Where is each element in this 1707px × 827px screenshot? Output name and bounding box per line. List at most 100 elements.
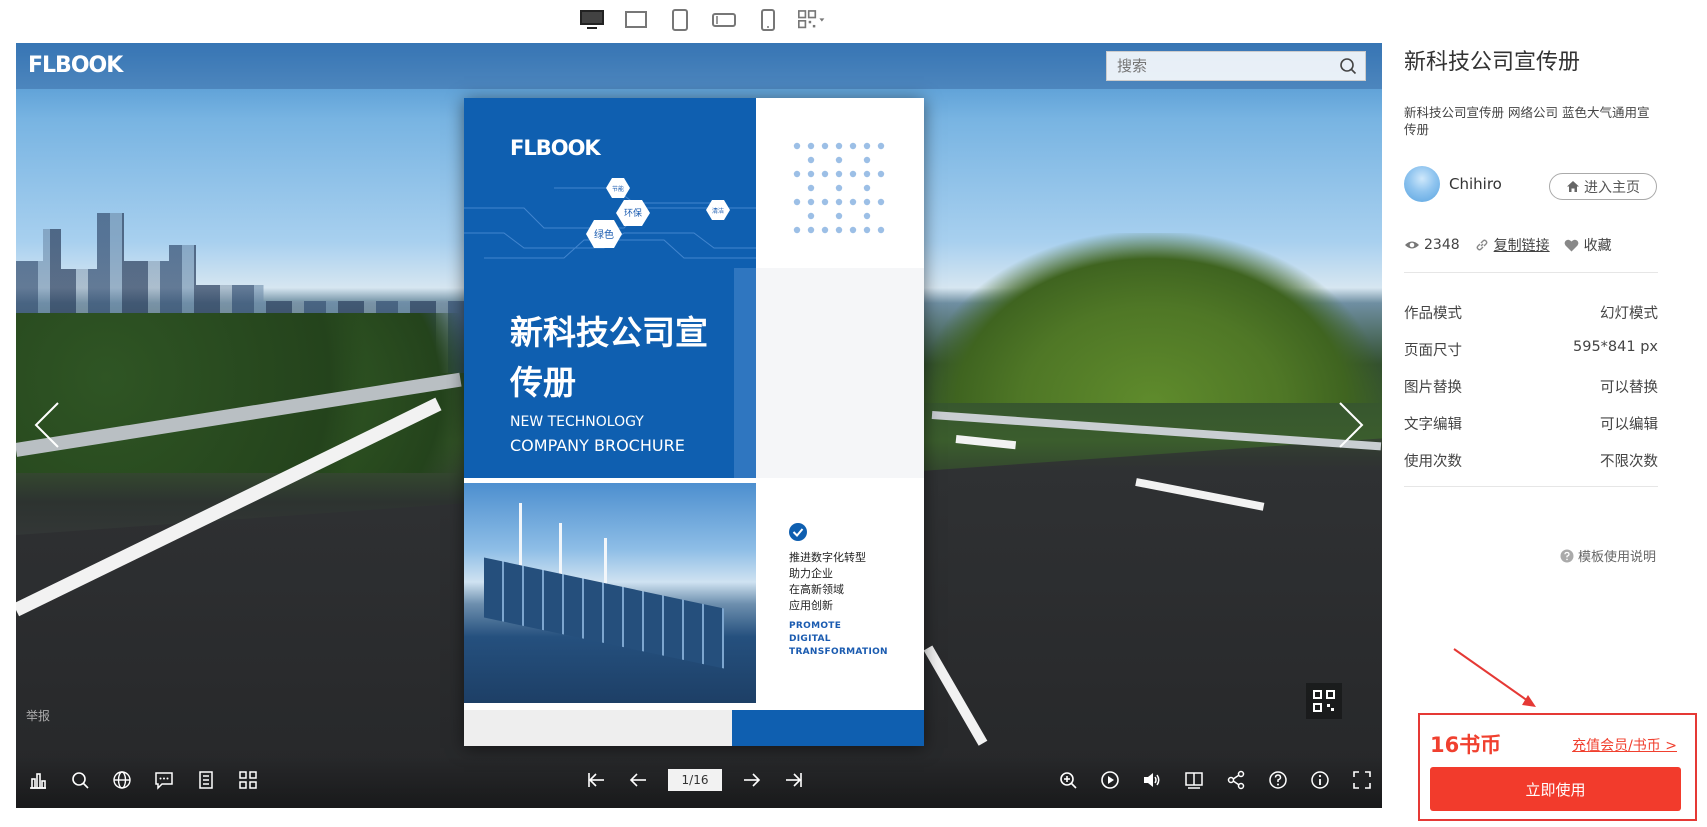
decor-dot bbox=[821, 142, 829, 150]
circuit-graphic: 节能 环保 绿色 清洁 bbox=[464, 178, 756, 259]
use-now-button[interactable]: 立即使用 bbox=[1430, 767, 1681, 811]
decor-dot bbox=[793, 198, 801, 206]
home-icon bbox=[1566, 180, 1580, 193]
decor-dot bbox=[835, 156, 843, 164]
brochure-subtitle-2: COMPANY BROCHURE bbox=[510, 436, 685, 455]
check-circle-icon bbox=[789, 523, 807, 541]
price: 16书币 bbox=[1430, 733, 1502, 757]
last-page-icon[interactable] bbox=[782, 768, 806, 792]
laptop-view-icon[interactable] bbox=[622, 7, 650, 33]
search-input[interactable] bbox=[1107, 52, 1331, 80]
decor-dot bbox=[849, 170, 857, 178]
help-icon[interactable] bbox=[1266, 768, 1290, 792]
first-page-icon[interactable] bbox=[584, 768, 608, 792]
share-icon[interactable] bbox=[1224, 768, 1248, 792]
footer-blue-block bbox=[732, 710, 924, 746]
decor-dot bbox=[821, 226, 829, 234]
report-link[interactable]: 举报 bbox=[26, 707, 50, 724]
thumbnails-grid-icon[interactable] bbox=[236, 768, 260, 792]
decor-dot bbox=[849, 142, 857, 150]
author-avatar[interactable] bbox=[1404, 166, 1440, 202]
decor-dot bbox=[821, 198, 829, 206]
decor-dot bbox=[863, 142, 871, 150]
search-icon[interactable] bbox=[68, 768, 92, 792]
flbook-logo: FLBOOK bbox=[28, 53, 123, 78]
next-page-icon[interactable] bbox=[740, 768, 764, 792]
decor-dot bbox=[863, 156, 871, 164]
decor-dot bbox=[807, 198, 815, 206]
tag-green: 绿色 bbox=[594, 228, 614, 241]
globe-icon[interactable] bbox=[110, 768, 134, 792]
autoplay-icon[interactable] bbox=[1098, 768, 1122, 792]
recharge-link[interactable]: 充值会员/书币 > bbox=[1572, 735, 1677, 755]
tablet-landscape-icon[interactable] bbox=[710, 7, 738, 33]
enter-homepage-label: 进入主页 bbox=[1584, 179, 1640, 196]
copy-link-button[interactable]: 复制链接 bbox=[1494, 235, 1550, 255]
decor-dot bbox=[835, 226, 843, 234]
book-mode-icon[interactable] bbox=[1182, 768, 1206, 792]
decor-dot bbox=[835, 198, 843, 206]
decor-dot bbox=[807, 226, 815, 234]
sound-icon[interactable] bbox=[1140, 768, 1164, 792]
prev-page-arrow-icon[interactable] bbox=[28, 395, 68, 455]
body-line: 应用创新 bbox=[789, 599, 833, 612]
divider bbox=[1404, 272, 1658, 273]
view-count: 2348 bbox=[1424, 237, 1460, 253]
decor-dot bbox=[849, 198, 857, 206]
toolbar-right bbox=[1056, 768, 1374, 792]
brochure-logo: FLBOOK bbox=[510, 136, 601, 160]
body-line: TRANSFORMATION bbox=[789, 647, 888, 657]
spec-label: 文字编辑 bbox=[1404, 417, 1462, 433]
document-icon[interactable] bbox=[194, 768, 218, 792]
decor-dot bbox=[807, 142, 815, 150]
template-info-sidebar: 新科技公司宣传册 新科技公司宣传册 网络公司 蓝色大气通用宣传册 Chihiro… bbox=[1404, 0, 1694, 827]
brochure-body-en: PROMOTE DIGITAL TRANSFORMATION bbox=[789, 620, 888, 659]
next-page-arrow-icon[interactable] bbox=[1330, 395, 1370, 455]
page-navigation bbox=[584, 768, 806, 792]
decor-dot bbox=[877, 142, 885, 150]
device-switcher bbox=[578, 6, 826, 34]
spec-row-text: 文字编辑 可以编辑 bbox=[1404, 413, 1658, 450]
brochure-subtitle-1: NEW TECHNOLOGY bbox=[510, 414, 644, 430]
decor-dot bbox=[793, 142, 801, 150]
decor-dot bbox=[807, 184, 815, 192]
brochure-body-cn: 推进数字化转型 助力企业 在高新领域 应用创新 bbox=[789, 550, 866, 614]
info-icon[interactable] bbox=[1308, 768, 1332, 792]
favorite-button[interactable]: 收藏 bbox=[1584, 235, 1612, 255]
stats-chart-icon[interactable] bbox=[26, 768, 50, 792]
body-line: PROMOTE bbox=[789, 621, 842, 631]
comment-icon[interactable] bbox=[152, 768, 176, 792]
decor-dot bbox=[863, 184, 871, 192]
decor-dot bbox=[863, 226, 871, 234]
spec-row-size: 页面尺寸 595*841 px bbox=[1404, 339, 1658, 376]
decor-dot bbox=[849, 226, 857, 234]
search-icon[interactable] bbox=[1331, 51, 1365, 81]
prev-page-icon[interactable] bbox=[626, 768, 650, 792]
lane-mark bbox=[955, 435, 1017, 450]
template-help-link[interactable]: 模板使用说明 bbox=[1560, 546, 1656, 565]
decor-dot bbox=[877, 226, 885, 234]
fullscreen-icon[interactable] bbox=[1350, 768, 1374, 792]
tablet-portrait-icon[interactable] bbox=[666, 7, 694, 33]
spec-value: 可以编辑 bbox=[1600, 417, 1658, 433]
purchase-box: 16书币 充值会员/书币 > 立即使用 bbox=[1418, 713, 1697, 821]
viewer-toolbar bbox=[16, 756, 1382, 808]
heart-icon[interactable] bbox=[1564, 237, 1580, 253]
author-name[interactable]: Chihiro bbox=[1449, 175, 1502, 193]
desktop-view-icon[interactable] bbox=[578, 7, 606, 33]
enter-homepage-button[interactable]: 进入主页 bbox=[1549, 173, 1657, 200]
decor-dot bbox=[793, 226, 801, 234]
phone-view-icon[interactable] bbox=[754, 7, 782, 33]
template-description: 新科技公司宣传册 网络公司 蓝色大气通用宣传册 bbox=[1404, 105, 1650, 137]
viewer-topbar: FLBOOK bbox=[16, 43, 1382, 89]
brochure-page[interactable]: 节能 环保 绿色 清洁 FLBOOK 新科技公司宣传册 NEW TECHNOLO… bbox=[464, 98, 924, 746]
page-number-input[interactable] bbox=[668, 769, 722, 791]
background-hill bbox=[922, 233, 1382, 403]
qrcode-icon[interactable] bbox=[1306, 683, 1342, 719]
body-line: DIGITAL bbox=[789, 634, 831, 644]
spec-label: 作品模式 bbox=[1404, 306, 1462, 322]
qrcode-dropdown-icon[interactable] bbox=[798, 7, 826, 33]
decor-dot bbox=[863, 212, 871, 220]
spec-value: 595*841 px bbox=[1573, 339, 1658, 355]
zoom-in-icon[interactable] bbox=[1056, 768, 1080, 792]
